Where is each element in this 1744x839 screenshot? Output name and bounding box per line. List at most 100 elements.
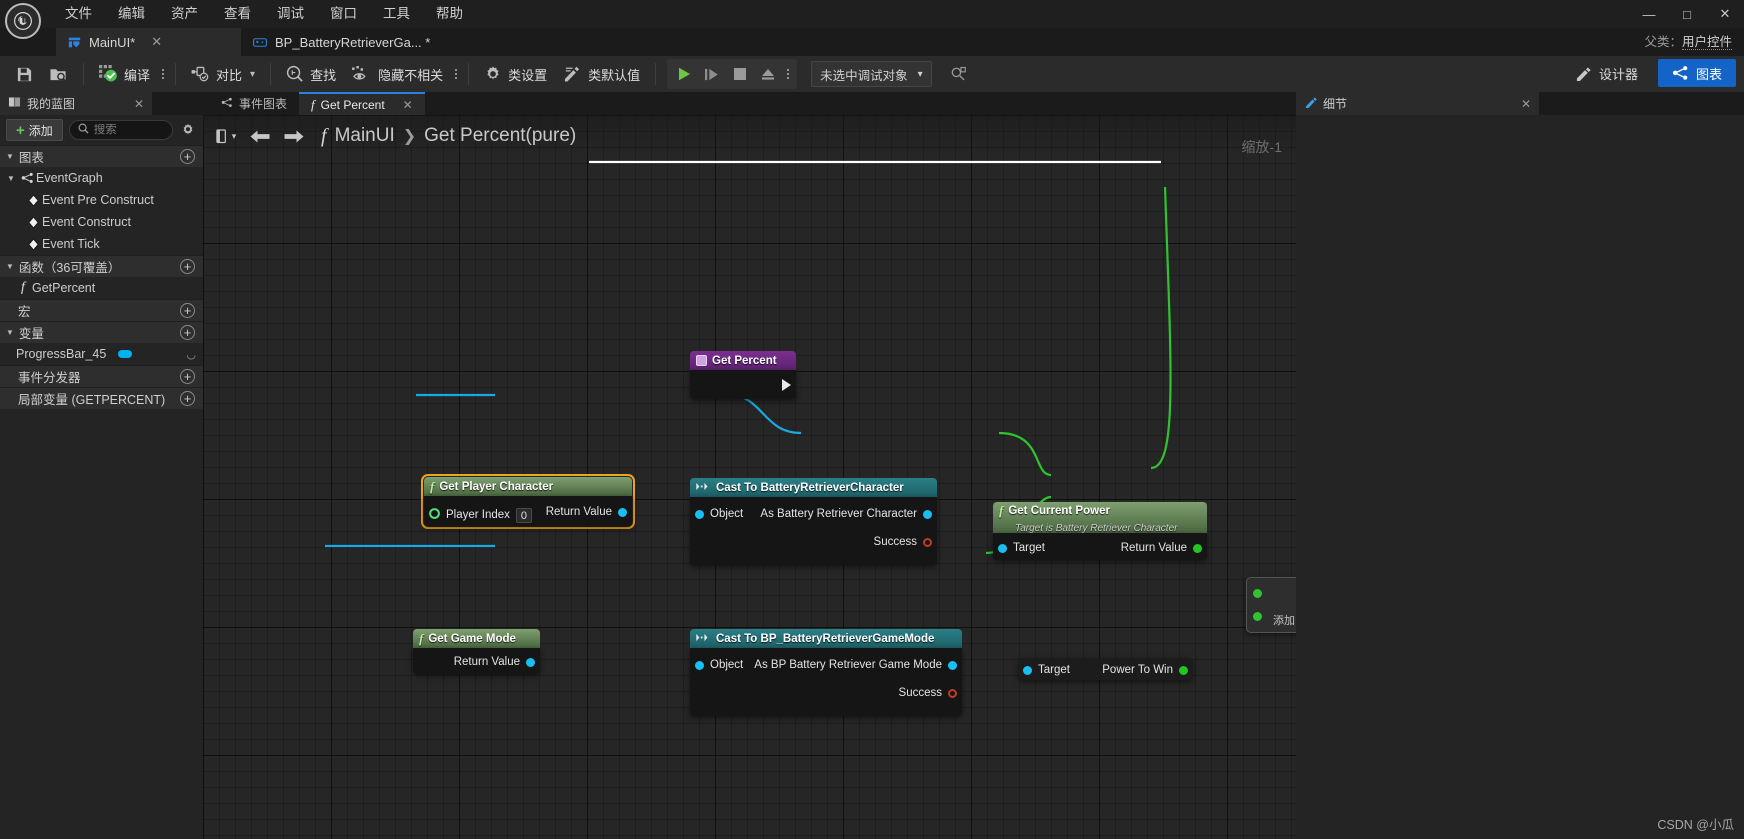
tree-section-macros[interactable]: 宏 + bbox=[0, 299, 203, 321]
stop-button[interactable] bbox=[727, 61, 753, 87]
debug-filter-button[interactable] bbox=[942, 59, 975, 89]
tree-item-progressbar-45[interactable]: ProgressBar_45 ◡ bbox=[0, 343, 203, 365]
tree-item-event-tick[interactable]: Event Tick bbox=[0, 233, 203, 255]
graph-view-options-button[interactable]: ▾ bbox=[211, 123, 241, 149]
target-pin[interactable]: Target bbox=[998, 542, 1045, 554]
target-pin[interactable]: Target bbox=[1023, 664, 1070, 676]
node-get-player-character[interactable]: f Get Player Character Player Index 0 Re… bbox=[421, 474, 635, 529]
graph-forward-button[interactable] bbox=[279, 123, 309, 149]
save-button[interactable] bbox=[8, 59, 41, 89]
menu-window[interactable]: 窗口 bbox=[317, 0, 370, 28]
menu-edit[interactable]: 编辑 bbox=[105, 0, 158, 28]
tree-section-graphs[interactable]: ▼ 图表 + bbox=[0, 145, 203, 167]
add-variable-button[interactable]: + bbox=[180, 325, 195, 340]
tab-get-percent[interactable]: f Get Percent ✕ bbox=[299, 92, 425, 115]
add-function-button[interactable]: + bbox=[180, 259, 195, 274]
node-body: Object As BP Battery Retriever Game Mode… bbox=[690, 648, 962, 716]
graph-mode-button[interactable]: 图表 bbox=[1657, 59, 1736, 87]
player-index-pin[interactable]: Player Index 0 bbox=[429, 506, 532, 524]
success-out-pin[interactable]: Success bbox=[874, 536, 932, 548]
object-in-pin[interactable]: Object bbox=[695, 508, 743, 520]
node-get-game-mode[interactable]: f Get Game Mode Return Value bbox=[413, 629, 540, 674]
graph-canvas[interactable]: Get Percent Return Node bbox=[203, 115, 1296, 839]
tab-event-graph[interactable]: 事件图表 bbox=[209, 92, 299, 115]
search-input[interactable] bbox=[93, 124, 164, 136]
maximize-button[interactable]: □ bbox=[1668, 0, 1706, 28]
tree-section-variables[interactable]: ▼ 变量 + bbox=[0, 321, 203, 343]
tree-section-functions[interactable]: ▼ 函数（36可覆盖） + bbox=[0, 255, 203, 277]
return-value-pin[interactable]: Return Value bbox=[546, 506, 627, 518]
eject-button[interactable] bbox=[755, 61, 781, 87]
designer-mode-button[interactable]: 设计器 bbox=[1561, 59, 1652, 87]
details-tab-close-icon[interactable]: ✕ bbox=[1521, 97, 1531, 111]
unreal-engine-logo-icon[interactable] bbox=[5, 3, 41, 39]
tab-details[interactable]: 细节 ✕ bbox=[1296, 92, 1539, 115]
event-node-icon bbox=[24, 237, 42, 251]
compile-options-dots-icon[interactable] bbox=[158, 69, 168, 79]
tree-item-event-construct[interactable]: Event Construct bbox=[0, 211, 203, 233]
power-to-win-pin[interactable]: Power To Win bbox=[1102, 664, 1188, 676]
breadcrumb-root[interactable]: MainUI bbox=[335, 125, 395, 147]
as-bp-battery-retriever-game-mode-pin[interactable]: As BP Battery Retriever Game Mode bbox=[754, 659, 957, 671]
asset-tab-bp-gamemode[interactable]: BP_BatteryRetrieverGa... * bbox=[241, 28, 451, 56]
step-button[interactable] bbox=[699, 61, 725, 87]
diff-button[interactable]: 对比 ▾ bbox=[183, 59, 263, 89]
play-options-dots-icon[interactable] bbox=[783, 69, 793, 79]
node-get-percent-entry[interactable]: Get Percent bbox=[690, 351, 796, 399]
menu-file[interactable]: 文件 bbox=[52, 0, 105, 28]
class-defaults-button[interactable]: 类默认值 bbox=[555, 59, 648, 89]
menu-tools[interactable]: 工具 bbox=[370, 0, 423, 28]
tree-item-event-pre-construct[interactable]: Event Pre Construct bbox=[0, 189, 203, 211]
success-out-pin[interactable]: Success bbox=[899, 687, 957, 699]
node-cast-to-battery-retriever-character[interactable]: Cast To BatteryRetrieverCharacter Object… bbox=[690, 478, 937, 565]
find-button[interactable]: 查找 bbox=[278, 59, 344, 89]
tab-my-blueprint[interactable]: 我的蓝图 ✕ bbox=[0, 92, 152, 115]
class-settings-button[interactable]: 类设置 bbox=[476, 59, 555, 89]
player-index-input[interactable]: 0 bbox=[515, 507, 532, 523]
add-graph-button[interactable]: + bbox=[180, 149, 195, 164]
asset-tab-close-icon[interactable]: ✕ bbox=[151, 34, 162, 50]
node-title: Get Game Mode bbox=[428, 632, 516, 645]
add-macro-button[interactable]: + bbox=[180, 303, 195, 318]
exec-out-pin[interactable] bbox=[782, 379, 791, 391]
asset-tab-mainui[interactable]: MainUI* ✕ bbox=[56, 28, 241, 56]
tree-section-event-dispatchers[interactable]: 事件分发器 + bbox=[0, 365, 203, 387]
compile-button[interactable]: 编译 bbox=[91, 59, 158, 89]
node-divide[interactable]: ÷ 添加引脚 + bbox=[1246, 577, 1296, 633]
my-blueprint-tab-close-icon[interactable]: ✕ bbox=[114, 97, 144, 111]
add-event-dispatcher-button[interactable]: + bbox=[180, 369, 195, 384]
close-window-button[interactable]: ✕ bbox=[1706, 0, 1744, 28]
tree-item-getpercent[interactable]: f GetPercent bbox=[0, 277, 203, 299]
minimize-button[interactable]: — bbox=[1630, 0, 1668, 28]
as-battery-retriever-character-pin[interactable]: As Battery Retriever Character bbox=[760, 508, 932, 520]
return-value-pin[interactable]: Return Value bbox=[1121, 542, 1202, 554]
menu-help[interactable]: 帮助 bbox=[423, 0, 476, 28]
variable-visibility-eye-icon[interactable]: ◡ bbox=[186, 348, 196, 361]
object-in-pin[interactable]: Object bbox=[695, 659, 743, 671]
add-local-variable-button[interactable]: + bbox=[180, 391, 195, 406]
toolbar-separator bbox=[83, 63, 84, 85]
my-blueprint-search-box[interactable] bbox=[68, 120, 173, 140]
graph-tab-close-icon[interactable]: ✕ bbox=[403, 98, 413, 112]
hide-unrelated-options-dots-icon[interactable] bbox=[451, 69, 461, 79]
menu-view[interactable]: 查看 bbox=[211, 0, 264, 28]
tree-section-local-variables[interactable]: 局部变量 (GETPERCENT) + bbox=[0, 387, 203, 409]
play-button[interactable] bbox=[671, 61, 697, 87]
node-get-current-power[interactable]: f Get Current Power Target is Battery Re… bbox=[993, 502, 1207, 560]
return-value-pin[interactable]: Return Value bbox=[454, 656, 535, 668]
debug-object-dropdown[interactable]: 未选中调试对象 ▾ bbox=[811, 61, 932, 87]
my-blueprint-settings-gear-icon[interactable] bbox=[179, 123, 197, 137]
menu-asset[interactable]: 资产 bbox=[158, 0, 211, 28]
tree-item-eventgraph[interactable]: ▼ EventGraph bbox=[0, 167, 203, 189]
menu-debug[interactable]: 调试 bbox=[264, 0, 317, 28]
add-pin-control[interactable]: 添加引脚 + bbox=[1247, 612, 1296, 628]
browse-content-button[interactable] bbox=[41, 59, 76, 89]
add-new-button[interactable]: + 添加 bbox=[6, 119, 63, 141]
node-header: Cast To BP_BatteryRetrieverGameMode bbox=[690, 629, 962, 648]
hide-unrelated-button[interactable]: 隐藏不相关 bbox=[344, 59, 451, 89]
node-power-to-win[interactable]: Target Power To Win bbox=[1018, 658, 1193, 680]
graph-back-button[interactable] bbox=[245, 123, 275, 149]
pin-row-player-index: Player Index 0 Return Value bbox=[424, 496, 632, 526]
node-cast-to-bp-battery-retriever-gamemode[interactable]: Cast To BP_BatteryRetrieverGameMode Obje… bbox=[690, 629, 962, 716]
parent-class-link[interactable]: 用户控件 bbox=[1681, 35, 1732, 50]
